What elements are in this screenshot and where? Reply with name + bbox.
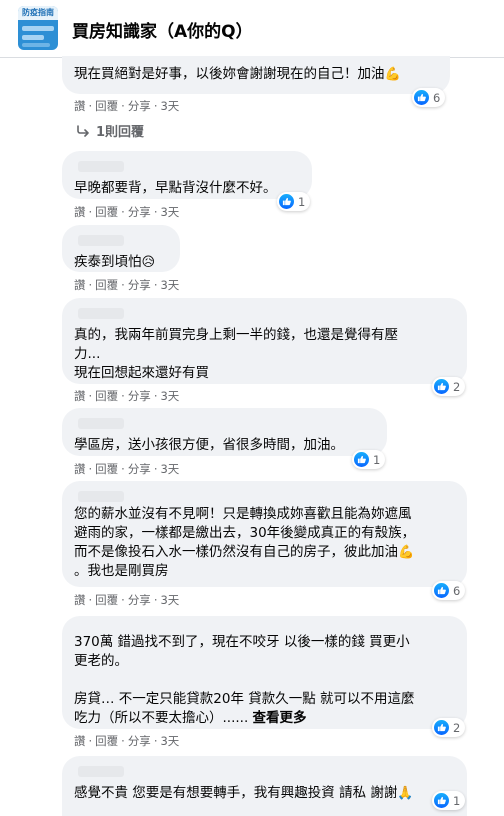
share-button[interactable]: 分享 [128,204,151,220]
reaction-number: 1 [373,452,381,467]
author-name-redacted[interactable] [74,489,455,503]
reply-arrow-icon [77,125,89,137]
share-button[interactable]: 分享 [128,98,151,114]
reaction-number: 2 [453,720,461,735]
share-button[interactable]: 分享 [128,461,151,477]
timestamp[interactable]: 3天 [160,204,179,220]
comment-bubble: 疾泰到頃怕😥 [62,225,180,272]
reply-button[interactable]: 回覆 [95,277,118,293]
share-button[interactable]: 分享 [128,733,151,749]
comment-text: 感覺不貴 您要是有想要轉手，我有興趣投資 請私 謝謝 [74,785,398,801]
reaction-number: 2 [453,379,461,394]
group-avatar-text: 防疫指南 [18,6,58,20]
like-reaction-icon [434,720,449,735]
reaction-count[interactable]: 1 [432,791,466,810]
reaction-count[interactable]: 1 [352,450,386,469]
timestamp[interactable]: 3天 [160,98,179,114]
flexed-biceps-emoji: 💪 [398,545,415,560]
sad-face-emoji: 😥 [141,255,156,270]
comment-text-continued: 。我也是剛買房 [74,563,169,579]
comment-bubble: 370萬 錯過找不到了，現在不咬牙 以後一樣的錢 買更小 更老的。 房貸… 不一… [62,616,467,729]
reply-button[interactable]: 回覆 [95,204,118,220]
timestamp[interactable]: 3天 [160,733,179,749]
comment-bubble: 早晚都要背，早點背沒什麼不好。 [62,151,312,199]
like-reaction-icon [434,583,449,598]
timestamp[interactable]: 3天 [160,277,179,293]
reaction-count[interactable]: 6 [412,88,446,107]
author-name-redacted[interactable] [74,306,455,320]
comment-text: 早晚都要背，早點背沒什麼不好。 [74,180,277,196]
like-button[interactable]: 讚 [74,98,86,114]
comment-actions: 讚 · 回覆 · 分享 · 3天 [74,277,180,293]
comment-bubble: 學區房，送小孩很方便，省很多時間，加油。 [62,408,387,456]
reaction-count[interactable]: 1 [277,192,311,211]
author-name-redacted[interactable] [74,159,300,173]
like-button[interactable]: 讚 [74,388,86,404]
like-reaction-icon [354,452,369,467]
group-title[interactable]: 買房知識家（A你的Q） [72,17,253,42]
author-name-redacted[interactable] [74,764,455,778]
like-reaction-icon [434,793,449,808]
share-button[interactable]: 分享 [128,388,151,404]
reaction-count[interactable]: 2 [432,377,466,396]
flexed-biceps-emoji: 💪 [384,67,401,82]
like-reaction-icon [279,194,294,209]
reaction-number: 6 [453,583,461,598]
comment-actions: 讚 · 回覆 · 分享 · 3天 [74,204,180,220]
author-name-redacted[interactable] [74,416,375,430]
like-button[interactable]: 讚 [74,592,86,608]
comment-actions: 讚 · 回覆 · 分享 · 3天 [74,461,180,477]
comment-text: 疾泰到頃怕 [74,254,142,270]
reaction-count[interactable]: 2 [432,718,466,737]
like-button[interactable]: 讚 [74,461,86,477]
comment-actions: 讚 · 回覆 · 分享 · 3天 [74,98,180,114]
reply-button[interactable]: 回覆 [95,733,118,749]
like-button[interactable]: 讚 [74,733,86,749]
comment-bubble: 現在買絕對是好事，以後妳會謝謝現在的自己！加油💪 [62,56,450,94]
comment-text: 您的薪水並沒有不見啊！只是轉換成妳喜歡且能為妳遮風 避雨的家，一樣都是繳出去，3… [74,506,416,560]
group-header: 防疫指南 買房知識家（A你的Q） [0,0,504,58]
like-reaction-icon [434,379,449,394]
author-name-redacted[interactable] [74,233,168,247]
reaction-number: 6 [433,90,441,105]
timestamp[interactable]: 3天 [160,592,179,608]
group-avatar[interactable]: 防疫指南 [18,6,58,50]
like-button[interactable]: 讚 [74,277,86,293]
comment-actions: 讚 · 回覆 · 分享 · 3天 [74,388,180,404]
comment-bubble: 真的，我兩年前買完身上剩一半的錢，也還是覺得有壓 力... 現在回想起來還好有買 [62,298,467,384]
comment-bubble: 感覺不貴 您要是有想要轉手，我有興趣投資 請私 謝謝🙏 [62,756,467,816]
reply-button[interactable]: 回覆 [95,592,118,608]
comment-bubble: 您的薪水並沒有不見啊！只是轉換成妳喜歡且能為妳遮風 避雨的家，一樣都是繳出去，3… [62,481,467,587]
comment-actions: 讚 · 回覆 · 分享 · 3天 [74,592,180,608]
like-button[interactable]: 讚 [74,204,86,220]
comment-text: 真的，我兩年前買完身上剩一半的錢，也還是覺得有壓 力... 現在回想起來還好有買 [74,327,398,381]
timestamp[interactable]: 3天 [160,388,179,404]
comment-text: 370萬 錯過找不到了，現在不咬牙 以後一樣的錢 買更小 更老的。 房貸… 不一… [74,634,415,726]
like-reaction-icon [414,90,429,105]
share-button[interactable]: 分享 [128,277,151,293]
reply-button[interactable]: 回覆 [95,98,118,114]
reply-button[interactable]: 回覆 [95,461,118,477]
reaction-count[interactable]: 6 [432,581,466,600]
comment-actions: 讚 · 回覆 · 分享 · 3天 [74,733,180,749]
share-button[interactable]: 分享 [128,592,151,608]
timestamp[interactable]: 3天 [160,461,179,477]
comment-text: 學區房，送小孩很方便，省很多時間，加油。 [74,437,344,453]
see-more-link[interactable]: 查看更多 [253,710,307,726]
reaction-number: 1 [298,194,306,209]
comment-text: 現在買絕對是好事，以後妳會謝謝現在的自己！加油 [74,66,385,82]
view-replies-link[interactable]: 1則回覆 [76,121,144,140]
reaction-number: 1 [453,793,461,808]
reply-button[interactable]: 回覆 [95,388,118,404]
folded-hands-emoji: 🙏 [397,786,414,801]
